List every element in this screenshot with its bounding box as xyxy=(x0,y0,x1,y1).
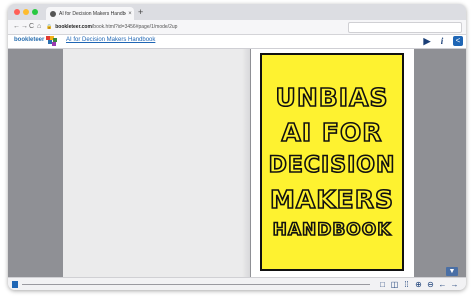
url-path: /book.html?id=3456#page/1/mode/2up xyxy=(91,24,178,30)
lock-icon: 🔒 xyxy=(46,24,53,30)
tab-close-icon[interactable]: × xyxy=(126,11,134,17)
book-viewer: UNBIAS AI FOR DECISION MAKERS HANDBOOK ▼ xyxy=(8,49,466,277)
page-slider-track[interactable] xyxy=(22,284,370,285)
favicon-icon xyxy=(50,10,56,17)
home-button[interactable]: ⌂ xyxy=(37,22,41,32)
book-cover: UNBIAS AI FOR DECISION MAKERS HANDBOOK xyxy=(260,53,404,271)
cover-line-3: DECISION xyxy=(268,153,396,178)
reload-button[interactable]: C xyxy=(29,22,34,32)
cover-line-5: HANDBOOK xyxy=(272,220,392,240)
viewer-controls: □ ◫ ⁞⁞ ⊕ ⊖ ← → xyxy=(8,277,466,290)
browser-window: AI for Decision Makers Handbo… × + ← → C… xyxy=(8,4,466,290)
browser-tab[interactable]: AI for Decision Makers Handbo… × xyxy=(46,7,134,20)
share-button[interactable]: < xyxy=(453,36,463,46)
one-page-view-icon[interactable]: □ xyxy=(378,280,387,289)
back-button[interactable]: ← xyxy=(13,22,20,32)
bookleteer-logo[interactable]: bookleteer xyxy=(14,37,44,43)
new-tab-button[interactable]: + xyxy=(138,7,143,17)
left-page[interactable] xyxy=(63,49,250,277)
tree-logo-icon xyxy=(46,36,57,46)
tab-strip: AI for Decision Makers Handbo… × + xyxy=(8,4,466,20)
toggle-toolbar-button[interactable]: ▼ xyxy=(446,267,458,276)
viewer-header: bookleteer AI for Decision Makers Handbo… xyxy=(8,35,466,49)
zoom-in-icon[interactable]: ⊕ xyxy=(414,280,423,289)
search-input[interactable] xyxy=(348,22,462,33)
two-page-view-icon[interactable]: ◫ xyxy=(390,280,399,289)
zoom-out-icon[interactable]: ⊖ xyxy=(426,280,435,289)
cover-line-4: MAKERS xyxy=(269,185,394,214)
address-bar[interactable]: 🔒 bookleteer.com /book.html?id=3456#page… xyxy=(46,22,336,32)
info-button[interactable]: i xyxy=(438,36,446,47)
cover-line-2: AI FOR xyxy=(281,118,383,147)
forward-button[interactable]: → xyxy=(21,22,28,32)
close-window-button[interactable] xyxy=(14,9,20,15)
next-page-icon[interactable]: → xyxy=(450,280,459,289)
browser-toolbar: ← → C ⌂ 🔒 bookleteer.com /book.html?id=3… xyxy=(8,20,466,35)
tab-title: AI for Decision Makers Handbo… xyxy=(59,10,126,17)
play-button[interactable]: ▶ xyxy=(422,36,432,47)
thumbnail-view-icon[interactable]: ⁞⁞ xyxy=(402,280,411,289)
book-spine xyxy=(242,49,250,277)
page-slider-handle[interactable] xyxy=(12,281,18,288)
cover-line-1: UNBIAS xyxy=(275,83,389,112)
minimize-window-button[interactable] xyxy=(23,9,29,15)
book-title-link[interactable]: AI for Decision Makers Handbook xyxy=(66,37,155,43)
url-domain: bookleteer.com xyxy=(55,24,92,30)
previous-page-icon[interactable]: ← xyxy=(438,280,447,289)
maximize-window-button[interactable] xyxy=(32,9,38,15)
